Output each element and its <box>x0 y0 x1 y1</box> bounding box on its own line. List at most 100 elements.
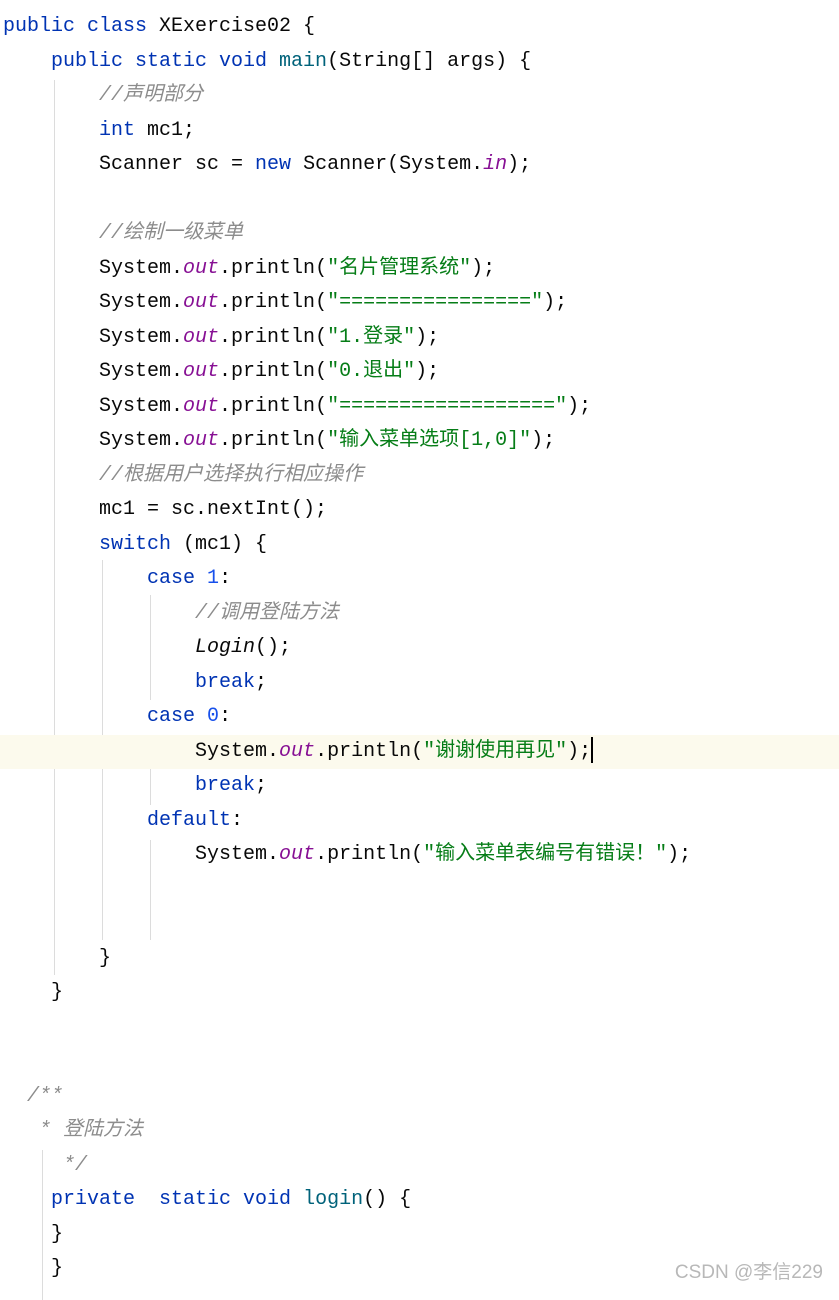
code-token-plain: ); <box>567 739 592 763</box>
code-token-str: "0.退出" <box>327 360 416 383</box>
code-token-com: * 登陆方法 <box>3 1119 144 1142</box>
code-line[interactable]: //调用登陆方法 <box>0 597 839 632</box>
code-token-plain: ); <box>567 394 592 418</box>
code-line[interactable]: //根据用户选择执行相应操作 <box>0 459 839 494</box>
code-token-field: out <box>183 256 220 280</box>
code-token-com: //根据用户选择执行相应操作 <box>3 463 364 487</box>
code-line[interactable]: System.out.println("名片管理系统"); <box>0 252 839 287</box>
code-token-plain: (mc1) { <box>183 532 268 556</box>
code-line[interactable]: */ <box>0 1149 839 1184</box>
code-token-plain: ); <box>543 291 568 314</box>
code-token-field: in <box>483 153 508 176</box>
code-token-plain: Scanner sc = <box>3 153 256 176</box>
code-line[interactable] <box>0 907 839 942</box>
code-token-kw: public class <box>3 15 160 38</box>
code-token-kw: case <box>147 705 208 728</box>
code-line[interactable]: System.out.println("1.登录"); <box>0 321 839 356</box>
code-line[interactable]: /** <box>0 1080 839 1115</box>
code-line[interactable]: public static void main(String[] args) { <box>0 45 839 80</box>
code-token-com: //声明部分 <box>3 84 204 107</box>
code-token-field: out <box>183 291 220 314</box>
code-line[interactable]: Login(); <box>0 631 839 666</box>
code-token-kw: case <box>147 567 208 590</box>
code-line[interactable]: System.out.println("==================")… <box>0 390 839 425</box>
code-token-plain: ); <box>415 360 440 383</box>
code-line[interactable]: } <box>0 976 839 1011</box>
code-token-plain: : <box>219 567 232 590</box>
code-line[interactable]: int mc1; <box>0 114 839 149</box>
code-token-field: out <box>183 325 220 349</box>
code-line[interactable]: } <box>0 1218 839 1253</box>
code-line[interactable] <box>0 183 839 218</box>
code-line[interactable]: break; <box>0 666 839 701</box>
code-line[interactable]: System.out.println("输入菜单选项[1,0]"); <box>0 424 839 459</box>
code-line[interactable]: //绘制一级菜单 <box>0 217 839 252</box>
code-line[interactable]: switch (mc1) { <box>0 528 839 563</box>
code-token-com: //绘制一级菜单 <box>3 222 244 245</box>
code-token-plain: } <box>3 1222 64 1246</box>
code-line[interactable]: break; <box>0 769 839 804</box>
code-token-plain: mc1 = sc.nextInt(); <box>3 498 328 521</box>
code-token-plain: ); <box>415 325 440 349</box>
code-token-plain: XExercise02 { <box>159 15 316 38</box>
code-token-plain: .println( <box>219 256 328 280</box>
code-token-plain: Scanner(System. <box>303 153 484 176</box>
code-line[interactable]: Scanner sc = new Scanner(System.in); <box>0 148 839 183</box>
code-token-plain: System. <box>3 360 184 383</box>
code-line[interactable]: case 1: <box>0 562 839 597</box>
code-line[interactable]: case 0: <box>0 700 839 735</box>
code-line[interactable]: System.out.println("谢谢使用再见"); <box>0 734 839 769</box>
code-token-plain: System. <box>3 843 280 866</box>
code-token-str: "名片管理系统" <box>327 256 472 280</box>
code-token-plain: ); <box>471 256 496 280</box>
code-token-plain: ; <box>255 670 268 694</box>
code-editor[interactable]: public class XExercise02 { public static… <box>0 10 839 1300</box>
code-token-kw: int <box>99 118 148 142</box>
code-token-plain: .println( <box>219 394 328 418</box>
code-line[interactable]: System.out.println("输入菜单表编号有错误！"); <box>0 838 839 873</box>
code-token-plain: .println( <box>219 291 328 314</box>
code-token-plain: : <box>231 808 244 832</box>
code-token-num: 1 <box>207 567 220 590</box>
code-line[interactable]: private static void login() { <box>0 1183 839 1218</box>
code-token-field: out <box>183 360 220 383</box>
code-token-str: "输入菜单选项[1,0]" <box>327 429 532 452</box>
code-line[interactable]: System.out.println("0.退出"); <box>0 355 839 390</box>
code-token-field: out <box>183 394 220 418</box>
code-token-plain: : <box>219 705 232 728</box>
code-token-plain: } <box>3 946 112 970</box>
code-line[interactable] <box>0 1045 839 1080</box>
code-line[interactable]: public class XExercise02 { <box>0 10 839 45</box>
code-token-plain: } <box>3 981 64 1004</box>
code-token-plain: System. <box>3 429 184 452</box>
code-line[interactable]: mc1 = sc.nextInt(); <box>0 493 839 528</box>
code-token-plain: (); <box>255 636 292 659</box>
code-token-plain: System. <box>3 739 280 763</box>
code-line[interactable]: System.out.println("================"); <box>0 286 839 321</box>
code-token-plain: .println( <box>315 843 424 866</box>
code-token-str: "1.登录" <box>327 325 416 349</box>
code-token-plain: () { <box>363 1188 412 1211</box>
code-line[interactable]: * 登陆方法 <box>0 1114 839 1149</box>
code-line[interactable]: } <box>0 942 839 977</box>
code-token-kw: switch <box>99 532 184 556</box>
code-token-str: "输入菜单表编号有错误！" <box>423 843 668 866</box>
code-token-field: out <box>279 739 316 763</box>
code-line[interactable] <box>0 1011 839 1046</box>
code-token-com: /** <box>3 1084 64 1108</box>
code-line[interactable] <box>0 873 839 908</box>
code-line[interactable]: //声明部分 <box>0 79 839 114</box>
code-token-com: */ <box>3 1153 88 1177</box>
code-token-field: out <box>279 843 316 866</box>
code-token-str: "==================" <box>327 394 568 418</box>
watermark: CSDN @李信229 <box>674 1262 823 1283</box>
code-token-kw: break <box>195 774 256 797</box>
code-line[interactable]: default: <box>0 804 839 839</box>
code-token-plain: ); <box>507 153 532 176</box>
code-token-plain: .println( <box>315 739 424 763</box>
